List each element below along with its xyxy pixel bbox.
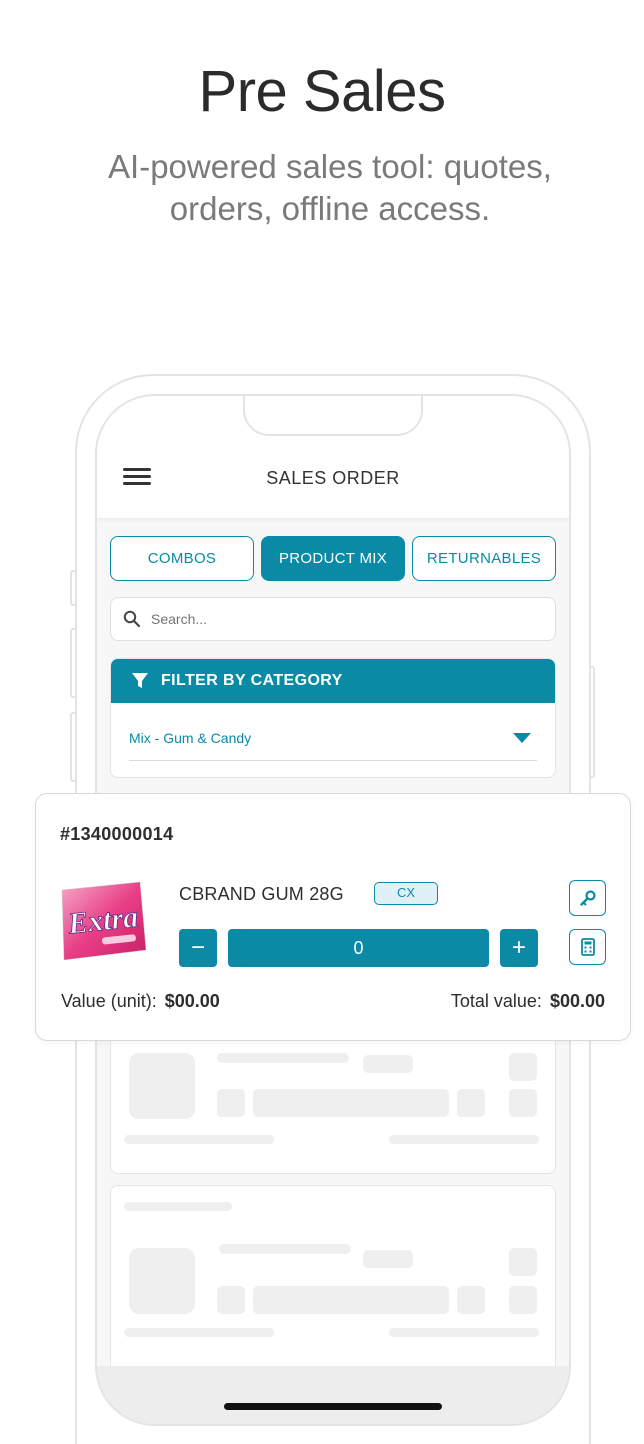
placeholder-line — [389, 1328, 539, 1337]
placeholder-line — [124, 1202, 232, 1211]
placeholder-line — [363, 1250, 413, 1268]
placeholder-card — [110, 1185, 556, 1385]
placeholder-image — [129, 1248, 195, 1314]
product-card: #1340000014 Extra CBRAND GUM 28G CX − 0 … — [35, 793, 631, 1041]
screen-title: SALES ORDER — [266, 468, 400, 488]
order-id: #1340000014 — [60, 824, 174, 844]
category-select[interactable]: Mix - Gum & Candy — [129, 715, 537, 761]
tab-returnables[interactable]: RETURNABLES — [412, 536, 556, 581]
home-indicator-area — [97, 1366, 569, 1424]
placeholder-line — [253, 1089, 449, 1117]
placeholder-line — [509, 1248, 537, 1276]
hero-subtitle-line-2: orders, offline access. — [169, 190, 491, 227]
placeholder-line — [457, 1286, 485, 1314]
key-button[interactable] — [569, 880, 606, 916]
filter-icon — [132, 673, 148, 688]
unit-value: $00.00 — [164, 991, 220, 1011]
hero-title: Pre Sales — [198, 59, 446, 124]
category-select-value: Mix - Gum & Candy — [129, 729, 252, 746]
placeholder-line — [253, 1286, 449, 1314]
calculator-icon — [580, 938, 595, 956]
hero-subtitle: AI-powered sales tool: quotes, orders, o… — [80, 146, 580, 230]
placeholder-line — [219, 1244, 351, 1254]
total-value: $00.00 — [549, 991, 605, 1011]
search-input[interactable] — [151, 611, 451, 627]
unit-value-label: Value (unit): — [61, 991, 157, 1011]
search-bar — [110, 597, 556, 641]
placeholder-image — [129, 1053, 195, 1119]
phone-notch — [243, 396, 423, 436]
placeholder-line — [124, 1135, 274, 1144]
product-image: Extra — [61, 881, 147, 961]
placeholder-line — [457, 1089, 485, 1117]
calculator-button[interactable] — [569, 929, 606, 965]
placeholder-line — [217, 1286, 245, 1314]
placeholder-line — [124, 1328, 274, 1337]
placeholder-line — [363, 1055, 413, 1073]
filter-title: FILTER BY CATEGORY — [161, 672, 343, 689]
quantity-field[interactable]: 0 — [228, 929, 489, 967]
placeholder-line — [217, 1089, 245, 1117]
chevron-down-icon — [513, 732, 531, 743]
total-value-label: Total value: — [450, 991, 542, 1011]
unit-value-row: Value (unit): $00.00 — [61, 991, 220, 1012]
placeholder-line — [509, 1286, 537, 1314]
placeholder-line — [389, 1135, 539, 1144]
filter-header: FILTER BY CATEGORY — [111, 659, 555, 703]
search-icon — [123, 610, 141, 628]
placeholder-line — [217, 1053, 349, 1063]
home-indicator — [224, 1403, 442, 1410]
decrease-quantity-button[interactable]: − — [179, 929, 217, 967]
product-badge: CX — [374, 882, 438, 905]
key-icon — [579, 890, 596, 906]
total-value-row: Total value: $00.00 — [451, 991, 605, 1012]
tab-combos[interactable]: COMBOS — [110, 536, 254, 581]
product-name: CBRAND GUM 28G — [179, 884, 344, 904]
placeholder-line — [509, 1089, 537, 1117]
increase-quantity-button[interactable]: + — [500, 929, 538, 967]
tab-product-mix[interactable]: PRODUCT MIX — [261, 536, 405, 581]
filter-card: FILTER BY CATEGORY Mix - Gum & Candy — [110, 658, 556, 778]
hero-subtitle-line-1: AI-powered sales tool: quotes, — [108, 148, 552, 185]
placeholder-line — [509, 1053, 537, 1081]
